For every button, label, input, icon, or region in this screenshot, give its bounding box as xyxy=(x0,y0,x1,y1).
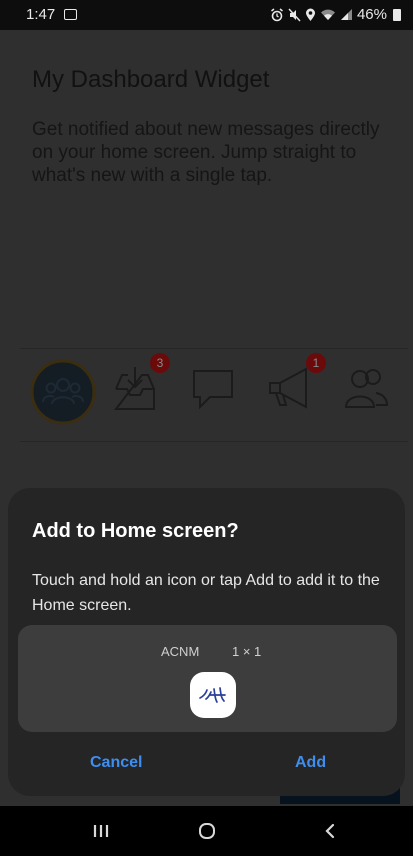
acnm-logo-icon xyxy=(196,678,230,712)
battery-percent: 46% xyxy=(356,6,387,23)
home-icon[interactable] xyxy=(192,818,222,844)
contacts-icon[interactable] xyxy=(342,365,390,411)
page-title: My Dashboard Widget xyxy=(32,66,270,93)
back-icon[interactable] xyxy=(315,818,345,844)
navigation-bar xyxy=(0,806,413,856)
wifi-icon xyxy=(320,9,335,20)
recents-icon[interactable] xyxy=(86,818,116,844)
inbox-icon[interactable] xyxy=(112,365,158,413)
app-icon[interactable] xyxy=(190,672,236,718)
status-bar: 1:47 46% xyxy=(0,0,413,30)
page-description: Get notified about new messages directly… xyxy=(32,119,380,186)
status-time: 1:47 xyxy=(26,6,56,23)
alarm-icon xyxy=(271,7,283,21)
dialog-title: Add to Home screen? xyxy=(32,520,239,542)
gallery-icon xyxy=(64,9,77,20)
widget-preview[interactable]: ACNM 1 × 1 xyxy=(18,625,397,732)
chat-icon[interactable] xyxy=(190,365,236,411)
location-icon xyxy=(305,8,315,21)
battery-icon xyxy=(393,8,401,21)
cancel-button[interactable]: Cancel xyxy=(90,754,142,772)
widget-name: ACNM xyxy=(161,644,200,659)
dialog-description: Touch and hold an icon or tap Add to add… xyxy=(32,572,380,614)
announcements-badge: 1 xyxy=(306,353,326,373)
add-button[interactable]: Add xyxy=(295,754,326,772)
mute-icon xyxy=(288,8,301,21)
megaphone-icon[interactable] xyxy=(266,365,316,411)
widget-size: 1 × 1 xyxy=(232,644,262,659)
community-icon[interactable] xyxy=(30,359,96,425)
status-icons: 46% xyxy=(270,6,401,23)
add-to-home-dialog: Add to Home screen? Touch and hold an ic… xyxy=(8,488,405,796)
signal-icon xyxy=(340,9,352,20)
screen: 1:47 46% My Dashboard Widget Get notifie… xyxy=(0,0,413,856)
inbox-badge: 3 xyxy=(150,353,170,373)
widget-icon-strip: 3 1 xyxy=(20,348,408,442)
